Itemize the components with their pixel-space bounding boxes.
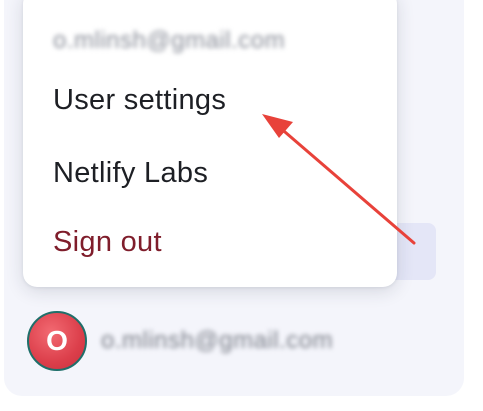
- menu-user-email: o.mlinsh@gmail.com: [53, 27, 286, 54]
- menu-item-sign-out[interactable]: Sign out: [53, 226, 162, 259]
- account-email: o.mlinsh@gmail.com: [101, 327, 334, 354]
- avatar-initial: O: [46, 325, 68, 356]
- account-dropdown-menu: o.mlinsh@gmail.com User settings Netlify…: [23, 0, 397, 287]
- page: o.mlinsh@gmail.com User settings Netlify…: [0, 0, 483, 411]
- avatar[interactable]: O: [27, 311, 87, 371]
- menu-item-netlify-labs[interactable]: Netlify Labs: [53, 157, 208, 190]
- menu-item-user-settings[interactable]: User settings: [53, 84, 226, 117]
- account-button[interactable]: O o.mlinsh@gmail.com: [27, 309, 333, 373]
